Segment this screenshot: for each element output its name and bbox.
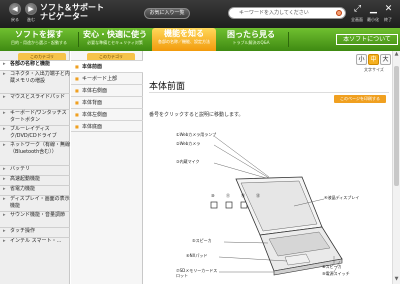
close-label: 終了 bbox=[384, 17, 392, 22]
indicator-num-12[interactable]: ⑫ bbox=[241, 193, 245, 199]
subcategory-list: このカテゴリ 本体前面 キーボード上部 本体右側面 本体背面 本体左側面 本体底… bbox=[71, 51, 143, 284]
sidebar-item-names-and-functions[interactable]: 各部の名称と機能 bbox=[0, 60, 70, 70]
sidebar-item-network[interactable]: ネットワーク（有線・無線（Bluetooth含む）） bbox=[0, 141, 70, 165]
forward-label: 進む bbox=[27, 17, 35, 22]
scroll-up-icon[interactable]: ▲ bbox=[393, 51, 400, 59]
scroll-down-icon[interactable]: ▼ bbox=[393, 276, 400, 284]
title-divider bbox=[149, 92, 389, 93]
callout-power-switch[interactable]: ⑨電源スイッチ bbox=[322, 271, 350, 277]
subitem-keyboard-top[interactable]: キーボード上部 bbox=[71, 72, 143, 85]
favorites-button[interactable]: お気に入り一覧 bbox=[144, 8, 190, 19]
sidebar-item-intel-smart[interactable]: インテル スマート・… bbox=[0, 237, 70, 247]
forward-icon[interactable]: ▶ bbox=[25, 3, 37, 15]
callout-microphone[interactable]: ③内蔵マイク bbox=[176, 159, 200, 165]
font-size-medium-button[interactable]: 中 bbox=[368, 54, 379, 65]
callout-sd-slot[interactable]: ⑦SDメモリーカードスロット bbox=[176, 268, 220, 278]
menu-safe-use[interactable]: 安心・快適に使う 必要な準備とセキュリティ対策 bbox=[80, 29, 150, 50]
app-title: ソフト＆サポート ナビゲーター bbox=[40, 3, 104, 21]
content-scrollbar[interactable]: ▲ ▼ bbox=[392, 51, 400, 284]
indicator-num-10[interactable]: ⑩ bbox=[211, 193, 215, 198]
menu-learn-features[interactable]: 機能を知る 各部の名称／機能、設定方法 bbox=[152, 28, 216, 51]
search-input[interactable]: キーワードを入力してください bbox=[228, 7, 346, 19]
scroll-thumb[interactable] bbox=[394, 66, 399, 186]
close-icon[interactable]: ✕ bbox=[383, 4, 394, 15]
menu-troubleshoot[interactable]: 困ったら見る トラブル解決のQ&A bbox=[218, 29, 284, 50]
top-toolbar: ◀ 戻る ▶ 進む ソフト＆サポート ナビゲーター お気に入り一覧 キーワードを… bbox=[0, 0, 400, 28]
main-menu: ソフトを探す 目的・用途から選ぶ・起動する 安心・快適に使う 必要な準備とセキュ… bbox=[0, 28, 400, 51]
callout-lcd[interactable]: ④液晶ディスプレイ bbox=[324, 195, 359, 201]
laptop-front-diagram: ①Webカメラ用ランプ ②Webカメラ ③内蔵マイク ④液晶ディスプレイ ⑤スピ… bbox=[174, 131, 364, 281]
category-tab: このカテゴリ bbox=[18, 53, 66, 60]
font-size-large-button[interactable]: 大 bbox=[380, 54, 391, 65]
minimize-label: 最小化 bbox=[367, 17, 379, 22]
content-panel: 小 中 大 文字サイズ 本体前面 このページを印刷する 番号をクリックすると説明… bbox=[144, 51, 400, 284]
sidebar-item-battery[interactable]: バッテリ bbox=[0, 165, 70, 175]
callout-webcam-lamp[interactable]: ①Webカメラ用ランプ bbox=[176, 132, 216, 138]
callout-webcam[interactable]: ②Webカメラ bbox=[176, 141, 200, 147]
sidebar-item-fast-boot[interactable]: 高速起動機能 bbox=[0, 175, 70, 185]
back-label: 戻る bbox=[11, 17, 19, 22]
subitem-back[interactable]: 本体背面 bbox=[71, 96, 143, 109]
zoom-label: 全画面 bbox=[351, 17, 363, 22]
sidebar-item-connectors[interactable]: コネクタ・入出力端子と内蔵メモリの増設 bbox=[0, 70, 70, 93]
sidebar-item-keyboard[interactable]: キーボード/ワンタッチスタートボタン bbox=[0, 109, 70, 125]
callout-speaker-right[interactable]: ⑧スピーカ bbox=[322, 264, 342, 270]
sidebar-item-drive[interactable]: ブルーレイディスク/DVD/CDドライブ bbox=[0, 125, 70, 141]
indicator-num-13[interactable]: ⑬ bbox=[256, 193, 260, 199]
subcategory-tab: このカテゴリ bbox=[87, 53, 135, 60]
sidebar-item-touch[interactable]: タッチ操作 bbox=[0, 227, 70, 237]
menu-find-software[interactable]: ソフトを探す 目的・用途から選ぶ・起動する bbox=[2, 29, 76, 50]
indicator-num-11[interactable]: ⑪ bbox=[226, 193, 230, 199]
about-button[interactable]: 本ソフトについて bbox=[336, 34, 398, 45]
page-title: 本体前面 bbox=[149, 82, 186, 92]
callout-speaker-left[interactable]: ⑤スピーカ bbox=[192, 238, 212, 244]
sidebar-item-mouse[interactable]: マウスとスライドパッド bbox=[0, 93, 70, 109]
subitem-left-side[interactable]: 本体左側面 bbox=[71, 108, 143, 121]
print-page-button[interactable]: このページを印刷する bbox=[334, 95, 386, 103]
callout-nx-pad[interactable]: ⑥NXパッド bbox=[186, 253, 207, 259]
font-size-caption: 文字サイズ bbox=[364, 67, 384, 72]
sidebar-item-power-saving[interactable]: 省電力機能 bbox=[0, 185, 70, 195]
subitem-front[interactable]: 本体前面 bbox=[71, 60, 143, 73]
back-icon[interactable]: ◀ bbox=[9, 3, 21, 15]
zoom-icon[interactable]: ⤢ bbox=[352, 4, 363, 15]
sidebar-item-sound[interactable]: サウンド機能・音量調節 bbox=[0, 211, 70, 227]
sidebar-item-display[interactable]: ディスプレイ・画面の表示機能 bbox=[0, 195, 70, 211]
font-size-small-button[interactable]: 小 bbox=[356, 54, 367, 65]
subitem-bottom[interactable]: 本体底面 bbox=[71, 120, 143, 133]
subitem-right-side[interactable]: 本体右側面 bbox=[71, 84, 143, 97]
minimize-icon[interactable]: ▁ bbox=[368, 4, 379, 15]
intro-text: 番号をクリックすると説明に移動します。 bbox=[149, 112, 244, 118]
search-icon[interactable] bbox=[336, 10, 342, 16]
